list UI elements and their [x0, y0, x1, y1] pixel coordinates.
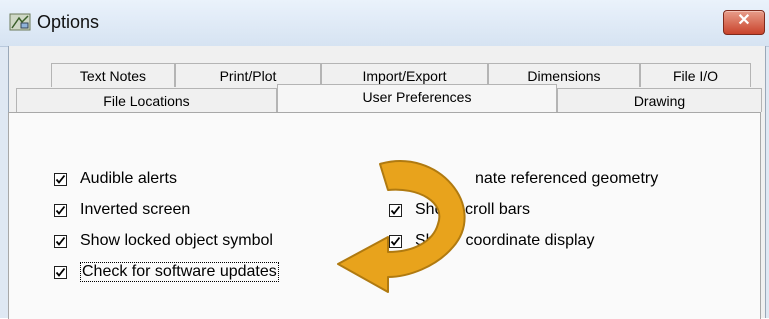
- checkbox[interactable]: [54, 265, 67, 279]
- option-audible-alerts[interactable]: Audible alerts: [54, 168, 177, 190]
- options-window: Options ✕ Text Notes Print/Plot Import/E…: [0, 0, 769, 319]
- checkbox[interactable]: [54, 172, 67, 186]
- drafting-app-icon: [9, 13, 31, 31]
- close-icon: ✕: [737, 12, 751, 29]
- window-title: Options: [37, 12, 100, 32]
- tab-file-io[interactable]: File I/O: [640, 63, 751, 87]
- checkbox[interactable]: [54, 203, 67, 217]
- option-show-locked-object-symbol[interactable]: Show locked object symbol: [54, 230, 273, 252]
- tab-user-preferences[interactable]: User Preferences: [277, 84, 557, 112]
- checkbox[interactable]: [54, 234, 67, 248]
- check-icon: [55, 205, 66, 215]
- option-check-for-software-updates[interactable]: Check for software updates: [54, 261, 279, 283]
- check-icon: [55, 267, 66, 277]
- tab-text-notes[interactable]: Text Notes: [51, 63, 175, 87]
- option-inverted-screen[interactable]: Inverted screen: [54, 199, 190, 221]
- curved-arrow-icon: [337, 160, 466, 293]
- tab-drawing[interactable]: Drawing: [557, 88, 762, 112]
- check-icon: [55, 174, 66, 184]
- close-button[interactable]: ✕: [723, 10, 765, 35]
- check-icon: [55, 236, 66, 246]
- tab-file-locations[interactable]: File Locations: [16, 88, 277, 112]
- title-bar[interactable]: Options ✕: [0, 0, 769, 47]
